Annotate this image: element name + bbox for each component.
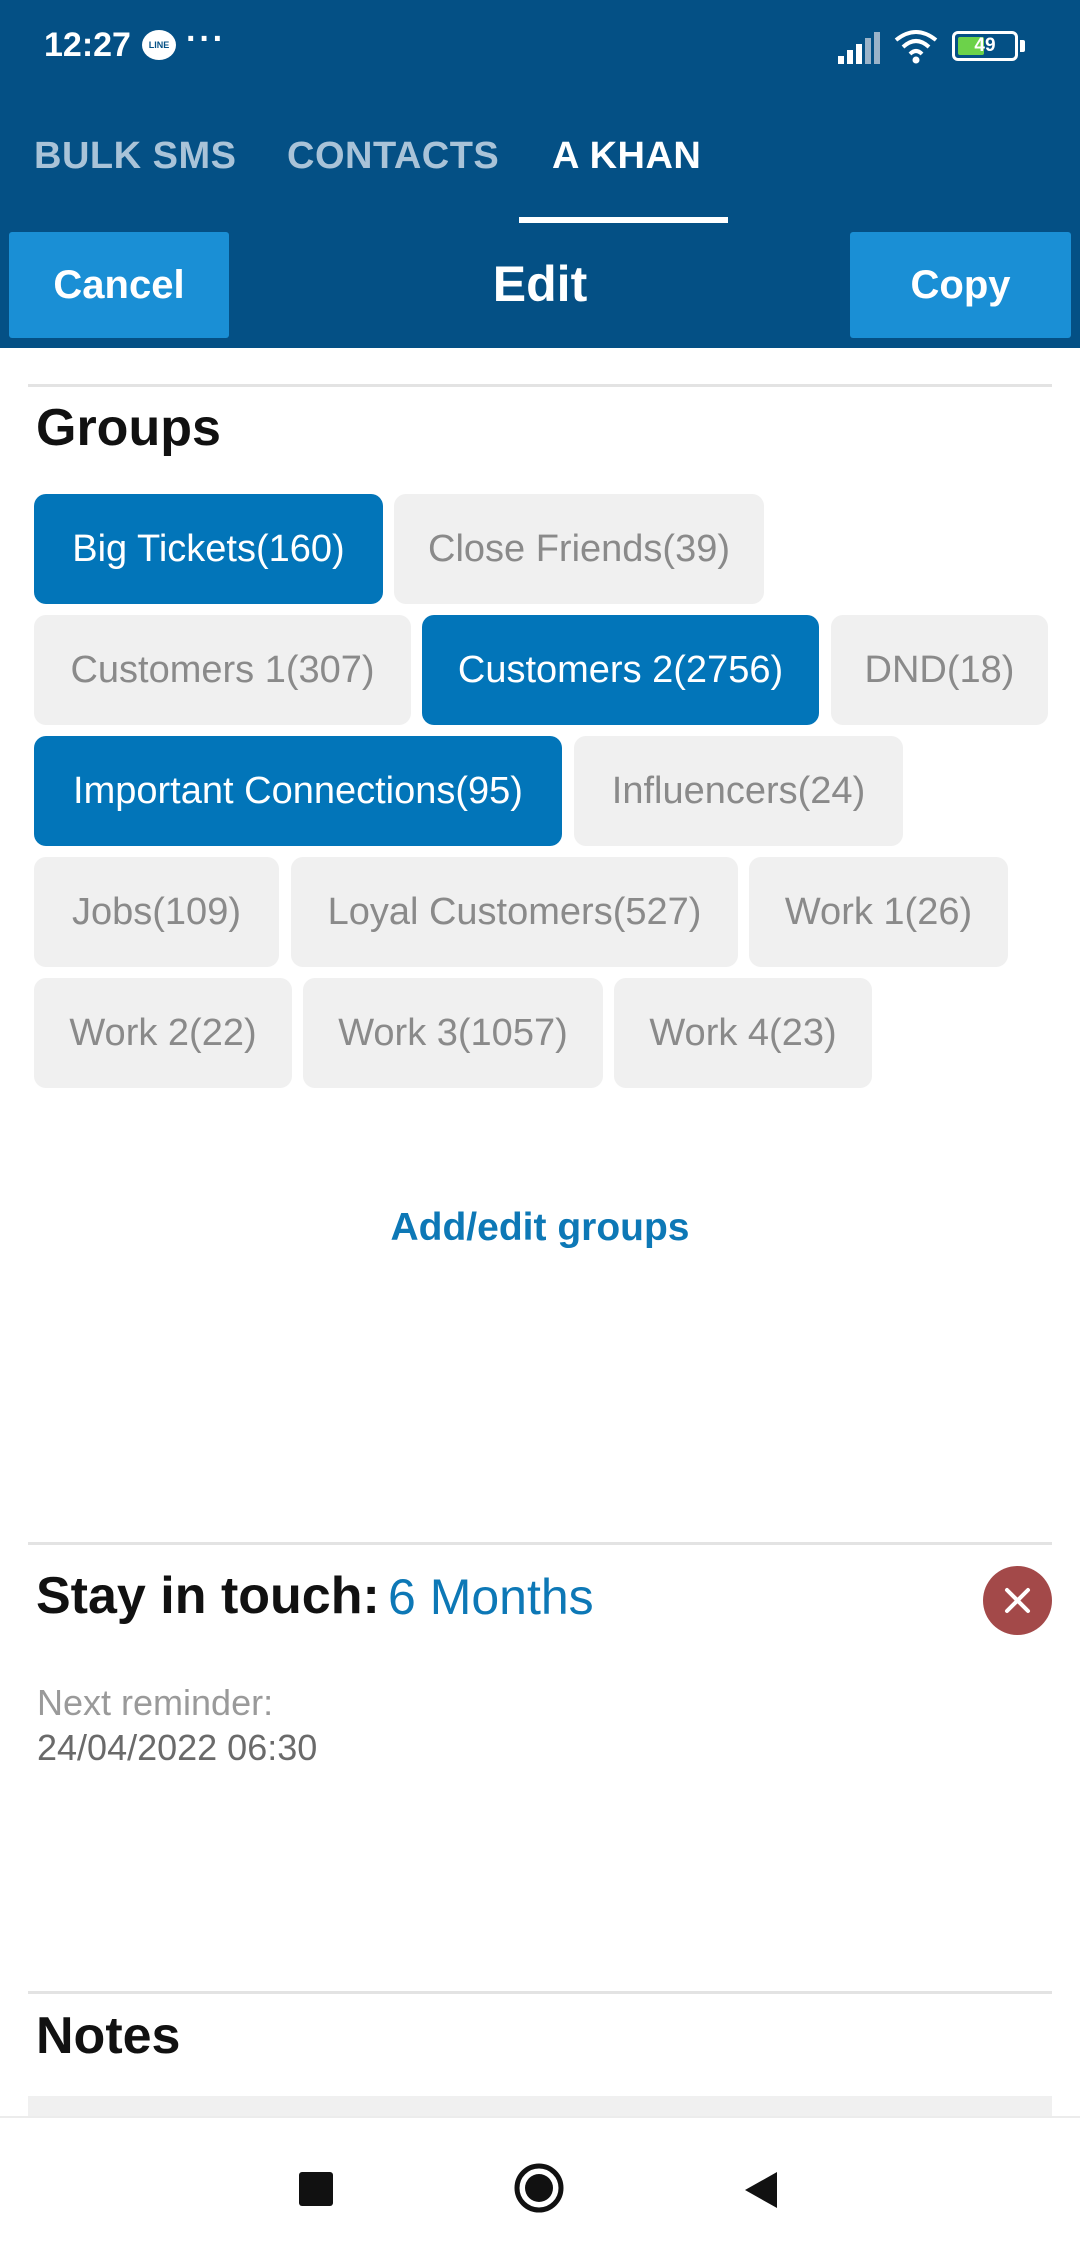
groups-title: Groups (36, 399, 221, 457)
line-app-icon: LINE (142, 30, 176, 60)
group-chip-work-4[interactable]: Work 4(23) (614, 978, 872, 1088)
remove-stay-in-touch-button[interactable] (983, 1566, 1052, 1635)
status-time: 12:27 (44, 26, 131, 64)
status-more-dots: ··· (186, 20, 226, 58)
stay-in-touch-value[interactable]: 6 Months (388, 1568, 594, 1626)
status-bar: 12:27 LINE ··· 49 (0, 0, 1080, 95)
group-chip-customers-1[interactable]: Customers 1(307) (34, 615, 411, 725)
group-chip-loyal-customers[interactable]: Loyal Customers(527) (291, 857, 738, 967)
section-divider (28, 384, 1052, 387)
wifi-icon (894, 30, 938, 64)
tab-bar: BULK SMS CONTACTS A KHAN (0, 95, 1080, 225)
edit-toolbar: Cancel Edit Copy (0, 225, 1080, 348)
tab-bulk-sms[interactable]: BULK SMS (34, 135, 236, 178)
signal-icon (838, 32, 880, 64)
add-edit-groups-link[interactable]: Add/edit groups (0, 1206, 1080, 1250)
close-icon (1005, 1588, 1030, 1613)
copy-button[interactable]: Copy (850, 232, 1071, 338)
active-tab-indicator (519, 217, 728, 223)
group-chip-important-connections[interactable]: Important Connections(95) (34, 736, 562, 846)
group-chip-customers-2[interactable]: Customers 2(2756) (422, 615, 819, 725)
group-chip-jobs[interactable]: Jobs(109) (34, 857, 279, 967)
tab-contacts[interactable]: CONTACTS (287, 135, 499, 178)
notes-input[interactable] (28, 2096, 1052, 2118)
group-chip-influencers[interactable]: Influencers(24) (574, 736, 903, 846)
next-reminder-label: Next reminder: (37, 1682, 274, 1723)
recents-icon[interactable] (299, 2172, 333, 2206)
group-chip-work-2[interactable]: Work 2(22) (34, 978, 292, 1088)
group-chip-work-1[interactable]: Work 1(26) (749, 857, 1008, 967)
group-chip-close-friends[interactable]: Close Friends(39) (394, 494, 764, 604)
group-chip-big-tickets[interactable]: Big Tickets(160) (34, 494, 383, 604)
stay-in-touch-label: Stay in touch: (36, 1567, 380, 1625)
section-divider (28, 1542, 1052, 1545)
next-reminder-value: 24/04/2022 06:30 (37, 1727, 318, 1768)
section-divider (28, 1991, 1052, 1994)
group-chip-dnd[interactable]: DND(18) (831, 615, 1048, 725)
battery-level: 49 (974, 35, 996, 56)
battery-icon: 49 (952, 31, 1018, 61)
back-icon[interactable] (743, 2170, 779, 2210)
group-chip-work-3[interactable]: Work 3(1057) (303, 978, 603, 1088)
home-icon[interactable] (513, 2162, 565, 2214)
system-nav-bar (0, 2116, 1080, 2246)
notes-title: Notes (36, 2007, 181, 2065)
tab-a-khan[interactable]: A KHAN (552, 135, 701, 178)
